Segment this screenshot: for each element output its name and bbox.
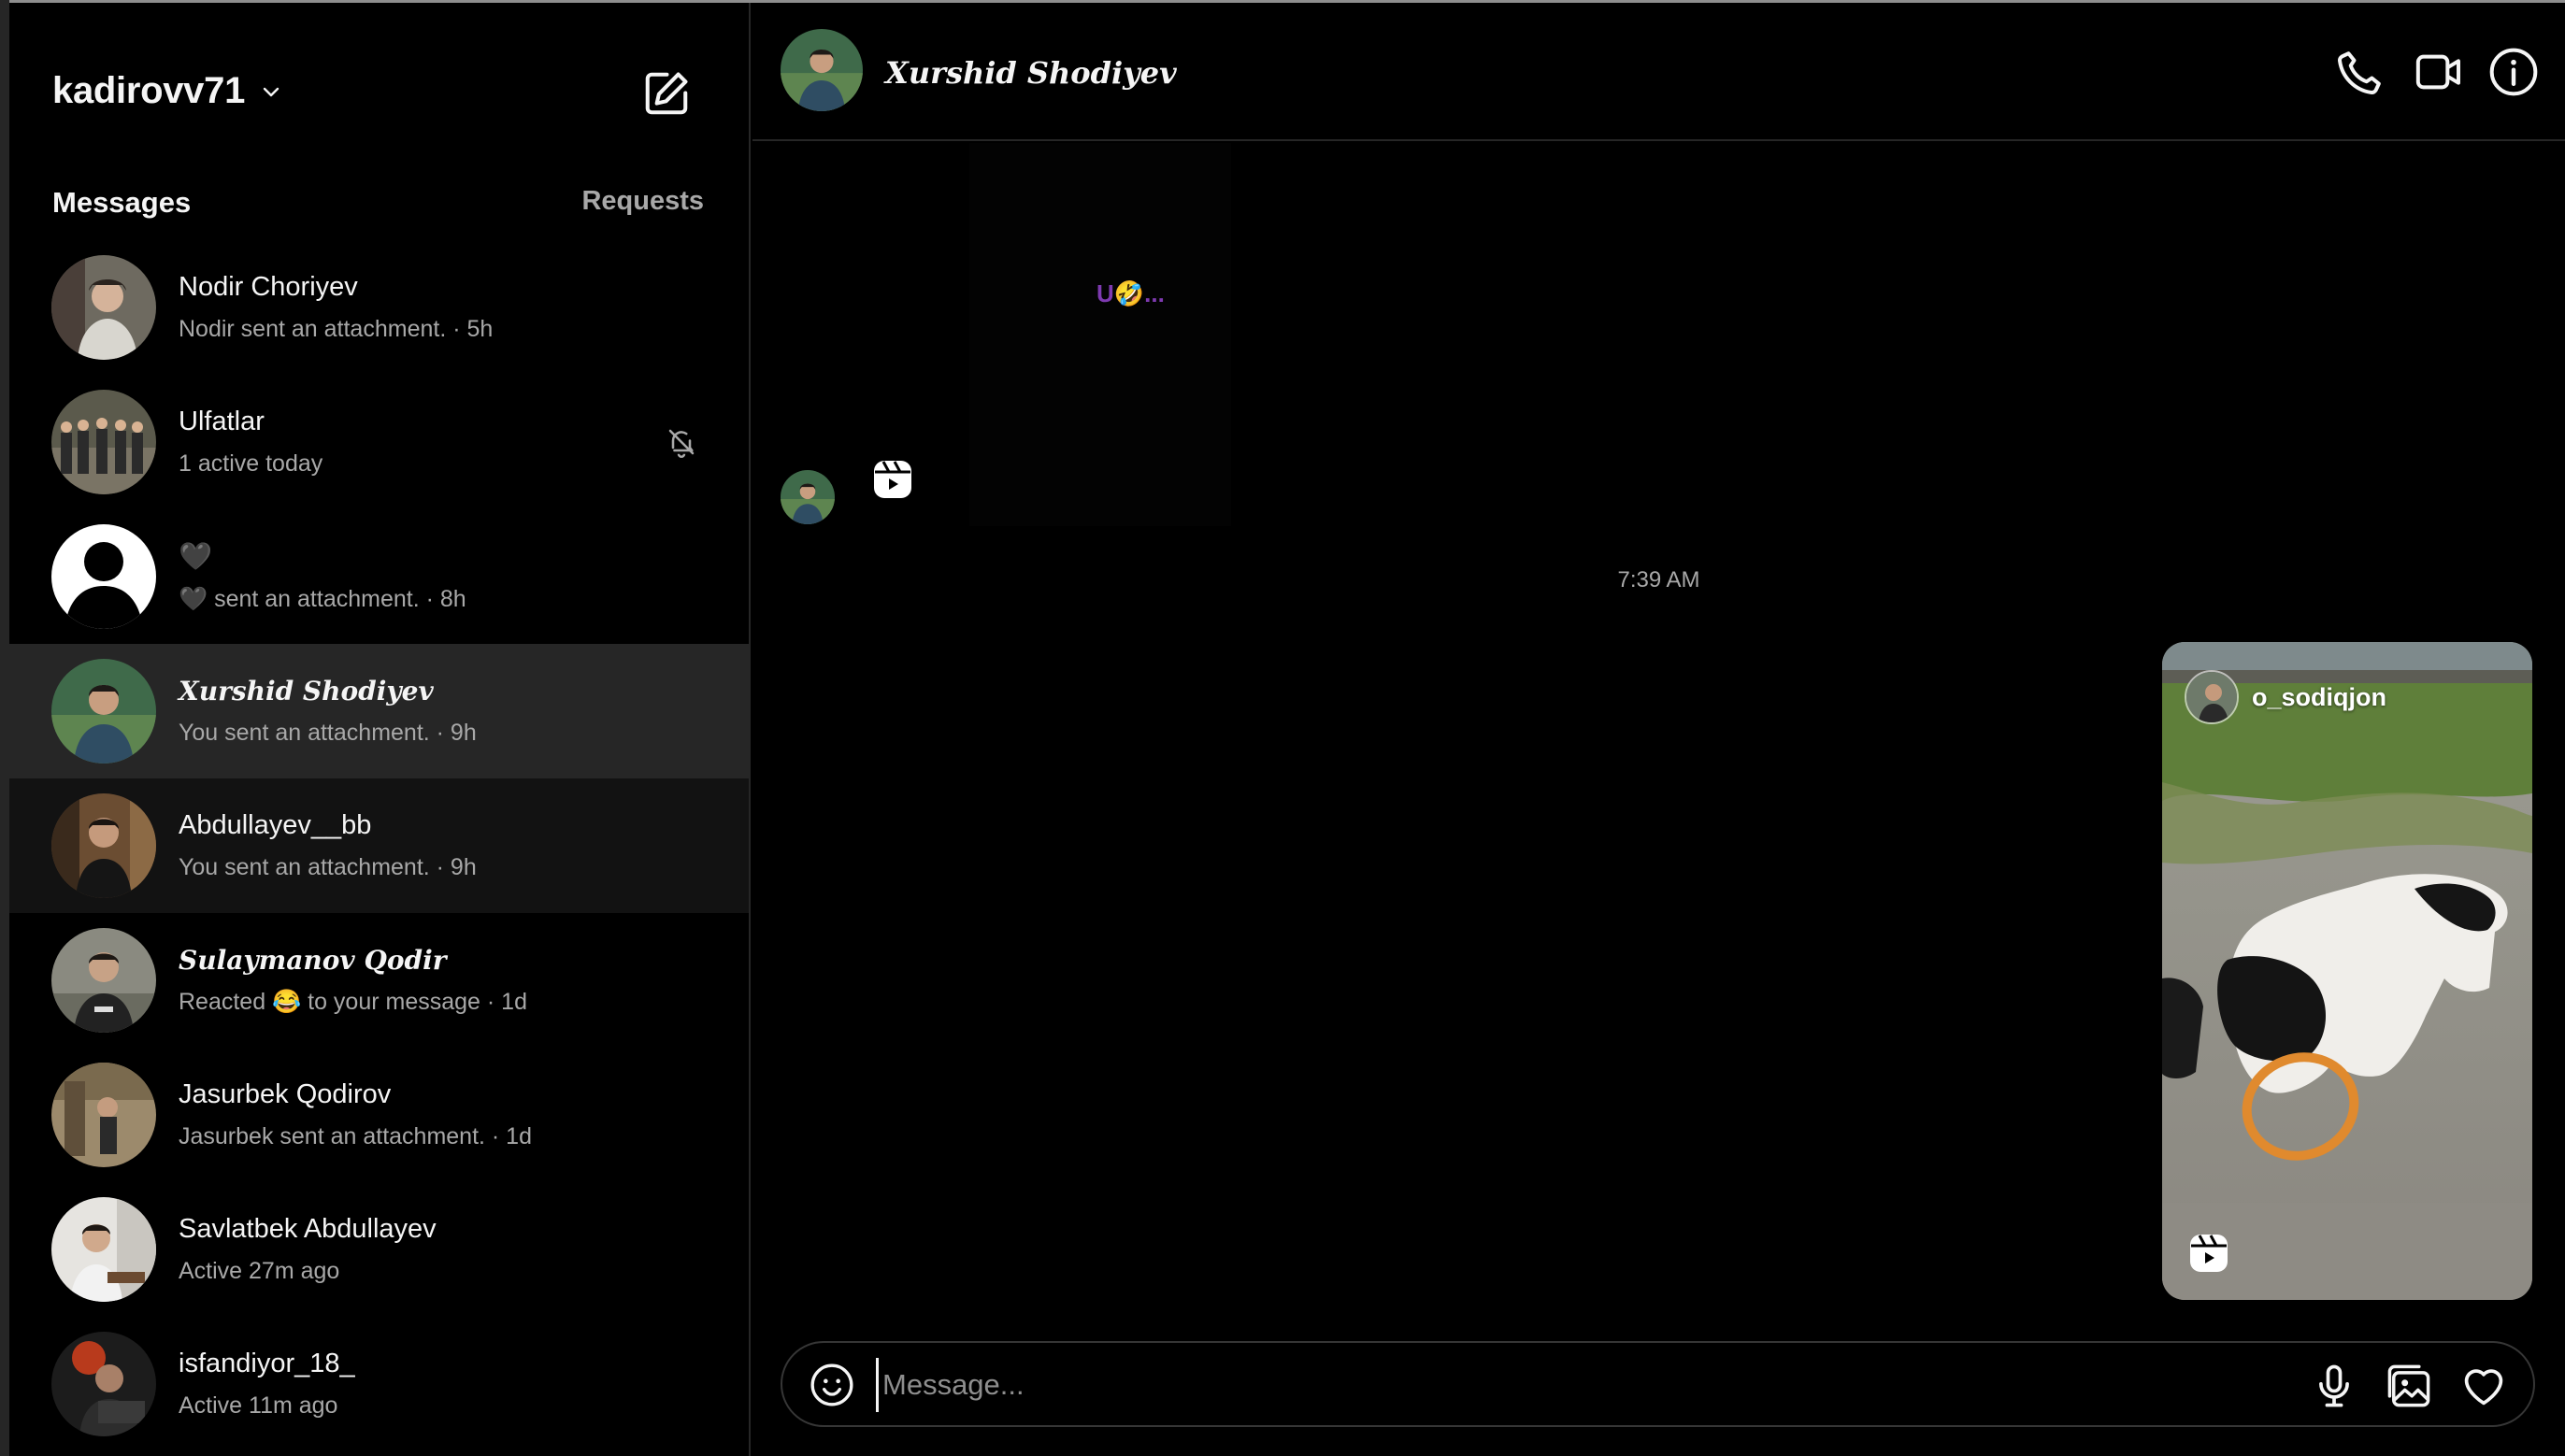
conversation-info-button[interactable] xyxy=(2487,46,2540,98)
conversation-row[interactable]: Nodir Choriyev Nodir sent an attachment.… xyxy=(9,240,749,375)
voice-call-button[interactable] xyxy=(2334,46,2386,98)
conversation-row[interactable]: 𝑺𝒖𝒍𝒂𝒚𝒎𝒂𝒏𝒐𝒗 𝑸𝒐𝒅𝒊𝒓 Reacted 😂 to your messa… xyxy=(9,913,749,1048)
message-input[interactable] xyxy=(876,1358,2278,1412)
message-composer xyxy=(781,1341,2535,1427)
info-icon xyxy=(2489,48,2538,96)
video-call-button[interactable] xyxy=(2413,46,2465,98)
avatar xyxy=(51,1063,156,1167)
conversation-name: Jasurbek Qodirov xyxy=(179,1079,392,1109)
compose-icon xyxy=(645,72,688,115)
add-photo-button[interactable] xyxy=(2385,1362,2433,1410)
avatar xyxy=(51,928,156,1033)
phone-icon xyxy=(2338,51,2381,94)
emoji-button[interactable] xyxy=(809,1362,855,1408)
conversation-row[interactable]: Jasurbek Qodirov Jasurbek sent an attach… xyxy=(9,1048,749,1182)
conversation-list: Nodir Choriyev Nodir sent an attachment.… xyxy=(9,240,749,1451)
conversation-name: Abdullayev__bb xyxy=(179,810,372,840)
avatar xyxy=(51,793,156,898)
conversation-preview: Active 11m ago xyxy=(179,1392,338,1419)
reels-icon xyxy=(2186,1231,2231,1276)
conversation-preview: Reacted 😂 to your message · 1d xyxy=(179,989,527,1015)
conversation-row[interactable]: Abdullayev__bb You sent an attachment. ·… xyxy=(9,778,749,913)
received-reel-preview[interactable] xyxy=(969,143,1231,526)
conversation-preview: Jasurbek sent an attachment. · 1d xyxy=(179,1123,532,1149)
conversation-preview: 🖤 sent an attachment. · 8h xyxy=(179,585,466,612)
reel-caption: U🤣... xyxy=(1096,279,1165,307)
conversation-name: Savlatbek Abdullayev xyxy=(179,1214,437,1244)
messages-heading: Messages xyxy=(52,186,192,219)
account-username: kadirovv71 xyxy=(52,70,246,111)
conversation-row[interactable]: 🖤 🖤 sent an attachment. · 8h xyxy=(9,509,749,644)
message-timestamp: 7:39 AM xyxy=(1617,567,1700,592)
emoji-icon xyxy=(810,1363,853,1406)
conversation-row-selected[interactable]: 𝑿𝒖𝒓𝒔𝒉𝒊𝒅 𝑺𝒉𝒐𝒅𝒊𝒚𝒆𝒗 You sent an attachment.… xyxy=(9,644,749,778)
avatar xyxy=(51,659,156,764)
conversation-row[interactable]: Savlatbek Abdullayev Active 27m ago xyxy=(9,1182,749,1317)
chat-header: 𝑿𝒖𝒓𝒔𝒉𝒊𝒅 𝑺𝒉𝒐𝒅𝒊𝒚𝒆𝒗 xyxy=(752,3,2565,141)
conversation-preview: You sent an attachment. · 9h xyxy=(179,720,477,746)
avatar xyxy=(51,1197,156,1302)
chat-panel: 𝑿𝒖𝒓𝒔𝒉𝒊𝒅 𝑺𝒉𝒐𝒅𝒊𝒚𝒆𝒗 U🤣... 7:39 AM o_sodiqjo… xyxy=(752,3,2565,1456)
conversation-preview: 1 active today xyxy=(179,450,323,477)
nav-rail-edge xyxy=(0,0,9,1456)
conversation-row[interactable]: Ulfatlar 1 active today xyxy=(9,375,749,509)
video-camera-icon xyxy=(2415,54,2460,90)
reel-author-username: o_sodiqjon xyxy=(2252,682,2386,711)
chat-title[interactable]: 𝑿𝒖𝒓𝒔𝒉𝒊𝒅 𝑺𝒉𝒐𝒅𝒊𝒚𝒆𝒗 xyxy=(885,55,1177,91)
avatar xyxy=(51,255,156,360)
conversation-preview: Active 27m ago xyxy=(179,1258,340,1284)
voice-message-button[interactable] xyxy=(2310,1362,2358,1410)
image-icon xyxy=(2387,1364,2430,1407)
chat-avatar[interactable] xyxy=(781,29,863,111)
new-message-button[interactable] xyxy=(641,68,692,119)
reel-thumbnail xyxy=(2162,642,2532,1300)
conversation-name: Nodir Choriyev xyxy=(179,272,358,302)
conversation-name: 𝑿𝒖𝒓𝒔𝒉𝒊𝒅 𝑺𝒉𝒐𝒅𝒊𝒚𝒆𝒗 xyxy=(179,676,434,707)
conversation-name: isfandiyor_18_ xyxy=(179,1349,355,1378)
conversation-name: 𝑺𝒖𝒍𝒂𝒚𝒎𝒂𝒏𝒐𝒗 𝑸𝒐𝒅𝒊𝒓 xyxy=(179,945,447,976)
conversation-sidebar: kadirovv71 Messages Requests Nodir Chori… xyxy=(9,3,751,1456)
bell-off-icon xyxy=(668,429,695,458)
avatar xyxy=(51,524,156,629)
requests-link[interactable]: Requests xyxy=(581,186,704,217)
avatar xyxy=(51,1332,156,1436)
shared-reel-card[interactable]: o_sodiqjon xyxy=(2162,642,2532,1300)
account-switcher[interactable]: kadirovv71 xyxy=(52,70,282,112)
reels-icon xyxy=(870,457,915,502)
heart-icon xyxy=(2464,1369,2503,1406)
conversation-preview: Nodir sent an attachment. · 5h xyxy=(179,316,494,342)
reel-author[interactable]: o_sodiqjon xyxy=(2185,670,2386,724)
avatar xyxy=(51,390,156,494)
chevron-down-icon xyxy=(263,87,279,96)
reel-author-avatar xyxy=(2185,670,2239,724)
microphone-icon xyxy=(2319,1364,2349,1407)
conversation-preview: You sent an attachment. · 9h xyxy=(179,854,477,880)
conversation-row[interactable]: isfandiyor_18_ Active 11m ago xyxy=(9,1317,749,1451)
like-button[interactable] xyxy=(2459,1362,2508,1410)
conversation-name: Ulfatlar xyxy=(179,407,265,436)
sender-avatar[interactable] xyxy=(781,470,835,524)
conversation-name: 🖤 xyxy=(179,541,213,572)
